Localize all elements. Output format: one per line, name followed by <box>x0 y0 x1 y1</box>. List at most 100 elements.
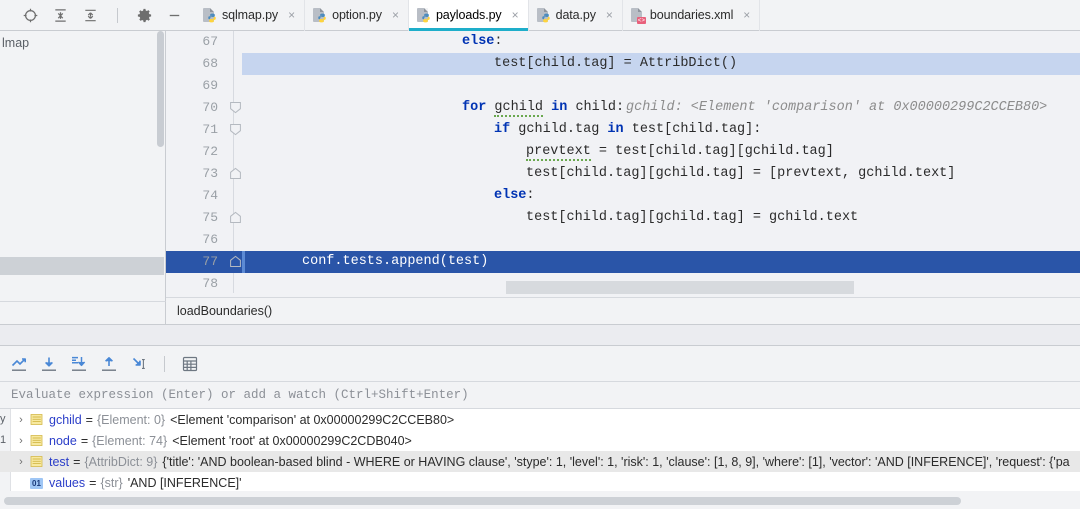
editor-tab-label: boundaries.xml <box>650 8 733 22</box>
ide-window: sqlmap.py × option.py × payloads.py × <box>0 0 1080 509</box>
line-number: 67 <box>166 31 218 53</box>
close-icon[interactable]: × <box>512 9 519 21</box>
line-number: 72 <box>166 141 218 163</box>
breadcrumb-label: loadBoundaries() <box>177 304 272 318</box>
project-vertical-scrollbar[interactable] <box>157 31 164 147</box>
settings-gear-icon[interactable] <box>136 7 153 24</box>
expand-chevron-icon[interactable]: › <box>12 456 30 468</box>
evaluate-expression-input[interactable]: Evaluate expression (Enter) or add a wat… <box>11 388 469 402</box>
string-badge-icon: 01 <box>30 476 43 489</box>
variable-value: 'AND [INFERENCE]' <box>128 476 242 490</box>
show-execution-point-icon[interactable] <box>10 355 28 373</box>
code-line-partial <box>506 281 854 294</box>
project-panel-footer <box>0 301 166 324</box>
locate-icon[interactable] <box>22 7 39 24</box>
line-number: 77 <box>166 251 218 273</box>
python-file-icon <box>537 8 551 23</box>
variable-equals: = <box>89 476 96 490</box>
expand-all-icon[interactable] <box>52 7 69 24</box>
evaluate-expression-icon[interactable] <box>181 355 199 373</box>
code-line[interactable]: 72 prevtext = test[child.tag][gchild.tag… <box>166 141 1080 163</box>
hide-icon[interactable] <box>166 7 183 24</box>
code-line[interactable]: 73 test[child.tag][gchild.tag] = [prevte… <box>166 163 1080 185</box>
collapse-all-icon[interactable] <box>82 7 99 24</box>
project-tree-label: lmap <box>0 31 165 50</box>
variable-name: test <box>49 455 69 469</box>
line-number: 76 <box>166 229 218 251</box>
code-editor[interactable]: 67 else: 68 test[child.tag] = AttribDict… <box>166 31 1080 297</box>
toolbar-divider <box>117 8 118 23</box>
variable-row[interactable]: › node = {Element: 74} <Element 'root' a… <box>0 430 1080 451</box>
step-into-icon[interactable] <box>70 355 88 373</box>
python-file-icon <box>417 8 431 23</box>
line-content: prevtext = test[child.tag][gchild.tag] <box>526 141 834 163</box>
code-line[interactable]: 69 <box>166 75 1080 97</box>
variables-horizontal-scrollbar[interactable] <box>4 497 961 505</box>
code-line[interactable]: 68 test[child.tag] = AttribDict() <box>166 53 1080 75</box>
evaluate-expression-bar[interactable]: Evaluate expression (Enter) or add a wat… <box>0 382 1080 409</box>
variable-equals: = <box>73 455 80 469</box>
close-icon[interactable]: × <box>743 9 750 21</box>
step-out-icon[interactable] <box>100 355 118 373</box>
code-line[interactable]: 67 else: <box>166 31 1080 53</box>
code-line[interactable]: 70 for gchild in child: gchild: <Element… <box>166 97 1080 119</box>
variable-name: node <box>49 434 77 448</box>
close-icon[interactable]: × <box>392 9 399 21</box>
toolbar-icon-group <box>0 0 183 31</box>
string-badge-label: 01 <box>30 478 43 489</box>
editor-tab-option[interactable]: option.py × <box>305 0 409 31</box>
line-content: test[child.tag][gchild.tag] = gchild.tex… <box>526 207 858 229</box>
project-tool-window[interactable]: lmap <box>0 31 166 301</box>
code-line[interactable]: 71 if gchild.tag in test[child.tag]: <box>166 119 1080 141</box>
xml-file-icon: <> <box>631 8 645 23</box>
editor-tab-label: option.py <box>332 8 382 22</box>
line-number: 75 <box>166 207 218 229</box>
line-content: test[child.tag] = AttribDict() <box>494 53 737 75</box>
close-icon[interactable]: × <box>288 9 295 21</box>
line-content: for gchild in child: <box>462 97 624 119</box>
code-line[interactable]: 76 <box>166 229 1080 251</box>
variable-name: values <box>49 476 85 490</box>
code-line[interactable]: 74 else: <box>166 185 1080 207</box>
fold-collapse-icon[interactable] <box>230 101 241 114</box>
python-file-icon <box>203 8 217 23</box>
close-icon[interactable]: × <box>606 9 613 21</box>
variable-value: {'title': 'AND boolean-based blind - WHE… <box>162 455 1069 469</box>
variable-row[interactable]: 01 values = {str} 'AND [INFERENCE]' <box>0 472 1080 493</box>
expand-chevron-icon[interactable]: › <box>12 435 30 447</box>
fold-expand-icon[interactable] <box>230 255 241 268</box>
variable-row-selected[interactable]: › test = {AttribDict: 9} {'title': 'AND … <box>0 451 1080 472</box>
variables-panel[interactable]: y :1 › gchild = {Element: 0} <Element 'c… <box>0 409 1080 491</box>
variable-type: {str} <box>100 476 122 490</box>
fold-expand-icon[interactable] <box>230 167 241 180</box>
code-line[interactable]: 75 test[child.tag][gchild.tag] = gchild.… <box>166 207 1080 229</box>
panel-splitter[interactable] <box>0 324 1080 346</box>
variable-icon <box>30 434 43 447</box>
fold-collapse-icon[interactable] <box>230 123 241 136</box>
project-selected-row[interactable] <box>0 257 164 275</box>
line-number: 71 <box>166 119 218 141</box>
run-to-cursor-icon[interactable] <box>130 355 148 373</box>
editor-tab-label: data.py <box>556 8 596 22</box>
step-over-icon[interactable] <box>40 355 58 373</box>
python-file-icon <box>313 8 327 23</box>
editor-tab-sqlmap[interactable]: sqlmap.py × <box>195 0 305 31</box>
breadcrumb[interactable]: loadBoundaries() <box>166 297 1080 324</box>
expand-chevron-icon[interactable]: › <box>12 414 30 426</box>
top-toolbar: sqlmap.py × option.py × payloads.py × <box>0 0 1080 31</box>
editor-tab-label: payloads.py <box>436 8 502 22</box>
debugger-toolbar <box>0 346 1080 382</box>
debug-toolbar-divider <box>164 356 165 372</box>
editor-tab-payloads[interactable]: payloads.py × <box>409 0 529 31</box>
fold-expand-icon[interactable] <box>230 211 241 224</box>
execution-marker <box>242 251 245 273</box>
variable-type: {AttribDict: 9} <box>84 455 157 469</box>
code-line-execution-point[interactable]: 77 conf.tests.append(test) <box>166 251 1080 273</box>
variable-type: {Element: 0} <box>97 413 165 427</box>
editor-tab-data[interactable]: data.py × <box>529 0 623 31</box>
line-number: 78 <box>166 273 218 295</box>
editor-tab-boundaries[interactable]: <> boundaries.xml × <box>623 0 760 31</box>
variable-row[interactable]: › gchild = {Element: 0} <Element 'compar… <box>0 409 1080 430</box>
variable-value: <Element 'root' at 0x00000299C2CDB040> <box>172 434 412 448</box>
variable-type: {Element: 74} <box>92 434 167 448</box>
